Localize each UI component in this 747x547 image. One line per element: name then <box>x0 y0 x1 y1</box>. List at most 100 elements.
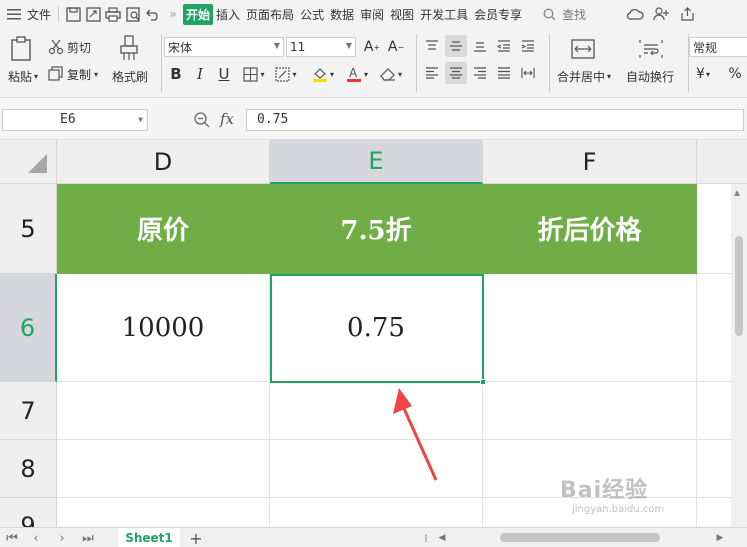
formula-bar: E6 ▼ fx 0.75 <box>0 98 747 140</box>
fill-color-icon[interactable]: ▾ <box>308 64 338 84</box>
cell-d6[interactable]: 10000 <box>57 274 270 382</box>
font-color-icon[interactable]: A ▾ <box>342 64 372 84</box>
cell-d9[interactable] <box>57 498 270 527</box>
more-chevron-icon[interactable]: » <box>163 4 183 24</box>
last-sheet-icon[interactable]: ⏭ <box>80 529 96 547</box>
scroll-up-icon[interactable]: ▲ <box>734 188 740 197</box>
column-header-g[interactable] <box>697 140 747 184</box>
menu-file[interactable]: 文件 <box>24 6 54 23</box>
merge-center-icon[interactable] <box>568 36 598 62</box>
sheet-tab-sheet1[interactable]: Sheet1 <box>118 528 180 547</box>
export-icon[interactable] <box>83 4 103 24</box>
align-left-icon[interactable] <box>421 62 443 84</box>
user-share-icon[interactable] <box>651 4 671 24</box>
cloud-sync-icon[interactable] <box>625 4 645 24</box>
scroll-right-icon[interactable]: ▶ <box>712 529 728 547</box>
copy-button[interactable]: 复制 ▾ <box>48 64 98 84</box>
cell-d8[interactable] <box>57 440 270 498</box>
hamburger-menu-icon[interactable] <box>4 4 24 24</box>
name-box[interactable]: E6 ▼ <box>2 109 148 131</box>
tab-formulas[interactable]: 公式 <box>297 6 327 23</box>
align-bottom-icon[interactable] <box>469 35 491 57</box>
cell-e6[interactable]: 0.75 <box>270 274 483 382</box>
borders-icon[interactable]: ▾ <box>240 64 268 84</box>
tab-insert[interactable]: 插入 <box>213 6 243 23</box>
tab-view[interactable]: 视图 <box>387 6 417 23</box>
add-sheet-button[interactable]: + <box>188 529 204 547</box>
paste-icon[interactable] <box>6 34 36 64</box>
currency-button[interactable]: ¥ ▾ <box>692 64 714 84</box>
vertical-scrollbar[interactable]: ▲ <box>731 184 747 527</box>
fill-handle[interactable] <box>480 379 486 385</box>
cell-d5[interactable]: 原价 <box>57 184 270 274</box>
tab-data[interactable]: 数据 <box>327 6 357 23</box>
paste-button[interactable]: 粘贴 ▾ <box>2 66 44 86</box>
format-painter-button[interactable]: 格式刷 <box>108 66 152 86</box>
fill-pattern-icon[interactable]: ▾ <box>272 64 300 84</box>
increase-indent-icon[interactable] <box>517 35 539 57</box>
vertical-scroll-thumb[interactable] <box>735 236 743 336</box>
tab-home[interactable]: 开始 <box>183 3 214 25</box>
merge-center-button[interactable]: 合并居中 ▾ <box>555 66 613 86</box>
distributed-align-icon[interactable] <box>517 62 539 84</box>
number-format-select[interactable]: 常规 <box>689 37 747 57</box>
next-sheet-icon[interactable]: › <box>54 529 70 547</box>
format-painter-icon[interactable] <box>116 34 142 62</box>
italic-button[interactable]: I <box>190 64 210 84</box>
align-top-icon[interactable] <box>421 35 443 57</box>
cell-f6[interactable] <box>483 274 697 382</box>
undo-icon[interactable] <box>143 4 163 24</box>
column-header-e[interactable]: E <box>270 140 483 184</box>
row-header-5[interactable]: 5 <box>0 184 57 274</box>
row-header-6[interactable]: 6 <box>0 274 57 382</box>
align-right-icon[interactable] <box>469 62 491 84</box>
row-header-9[interactable]: 9 <box>0 498 57 527</box>
clear-format-icon[interactable]: ▾ <box>376 64 406 84</box>
search-icon[interactable] <box>539 4 559 24</box>
prev-sheet-icon[interactable]: ‹ <box>28 529 44 547</box>
horizontal-scroll-thumb[interactable] <box>500 533 660 542</box>
print-preview-icon[interactable] <box>123 4 143 24</box>
cell-e8[interactable] <box>270 440 483 498</box>
wrap-text-button[interactable]: 自动换行 <box>622 66 678 86</box>
zoom-function-icon[interactable] <box>193 111 211 133</box>
column-header-f[interactable]: F <box>483 140 697 184</box>
align-center-icon[interactable] <box>445 62 467 84</box>
align-middle-icon[interactable] <box>445 35 467 57</box>
print-icon[interactable] <box>103 4 123 24</box>
copy-icon <box>48 66 63 81</box>
decrease-indent-icon[interactable] <box>493 35 515 57</box>
share-icon[interactable] <box>677 4 697 24</box>
select-all-corner[interactable] <box>0 140 57 184</box>
cell-f7[interactable] <box>483 382 697 440</box>
cell-f5[interactable]: 折后价格 <box>483 184 697 274</box>
tab-developer[interactable]: 开发工具 <box>417 6 471 23</box>
row-header-8[interactable]: 8 <box>0 440 57 498</box>
font-size-select[interactable]: 11 ▼ <box>286 37 356 57</box>
cell-e9[interactable] <box>270 498 483 527</box>
tab-member[interactable]: 会员专享 <box>471 6 525 23</box>
cut-button[interactable]: 剪切 <box>48 37 91 57</box>
cell-d7[interactable] <box>57 382 270 440</box>
increase-font-icon[interactable]: A + <box>362 37 382 57</box>
decrease-font-icon[interactable]: A − <box>386 37 406 57</box>
column-header-d[interactable]: D <box>57 140 270 184</box>
bold-button[interactable]: B <box>166 64 186 84</box>
tab-split-handle-icon[interactable]: ⁞ <box>418 529 434 547</box>
formula-input[interactable]: 0.75 <box>246 109 744 131</box>
search-label[interactable]: 查找 <box>559 6 589 23</box>
save-icon[interactable] <box>63 4 83 24</box>
scroll-left-icon[interactable]: ◀ <box>434 529 450 547</box>
first-sheet-icon[interactable]: ⏮ <box>4 529 20 547</box>
underline-button[interactable]: U <box>214 64 234 84</box>
tab-page-layout[interactable]: 页面布局 <box>243 6 297 23</box>
justify-icon[interactable] <box>493 62 515 84</box>
font-name-select[interactable]: 宋体 ▼ <box>164 37 284 57</box>
tab-review[interactable]: 审阅 <box>357 6 387 23</box>
row-header-7[interactable]: 7 <box>0 382 57 440</box>
percent-button[interactable]: % <box>726 64 744 84</box>
fx-icon[interactable]: fx <box>220 110 234 128</box>
cell-e7[interactable] <box>270 382 483 440</box>
cell-e5[interactable]: 7.5折 <box>270 184 483 274</box>
wrap-text-icon[interactable] <box>636 36 666 62</box>
